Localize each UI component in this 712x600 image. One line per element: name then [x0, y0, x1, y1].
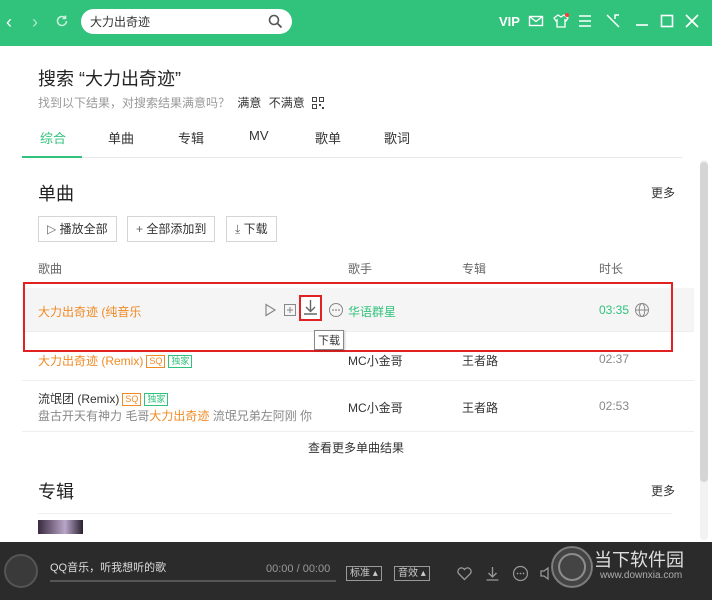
albums-section-title: 专辑	[38, 482, 74, 502]
mini-mode-icon[interactable]	[605, 13, 621, 29]
column-album: 专辑	[462, 262, 487, 276]
songs-more-link[interactable]: 更多	[651, 184, 675, 201]
qrcode-icon[interactable]	[312, 97, 325, 109]
singer-link[interactable]: MC小金哥	[348, 399, 403, 416]
add-all-button[interactable]: + 全部添加到	[127, 216, 216, 242]
watermark-url: www.downxia.com	[600, 570, 683, 581]
tab-playlists[interactable]: 歌单	[315, 128, 341, 147]
unsatisfied-link[interactable]: 不满意	[269, 96, 305, 110]
download-all-button[interactable]: ⤓ 下载	[226, 216, 277, 242]
feedback-prompt: 找到以下结果，对搜索结果满意吗？	[38, 96, 231, 110]
close-icon[interactable]	[684, 13, 700, 29]
menu-icon[interactable]	[577, 13, 593, 29]
sq-badge: SQ	[146, 355, 166, 368]
tab-albums[interactable]: 专辑	[178, 128, 204, 147]
progress-bar[interactable]	[50, 580, 336, 582]
column-song: 歌曲	[38, 262, 63, 276]
play-icon: ▷	[47, 222, 57, 236]
sq-badge: SQ	[122, 393, 142, 406]
song-row[interactable]: 流氓团 (Remix) SQ 独家 盘古开天有神力 毛哥大力出奇迹 流氓兄弟左阿刚 …	[22, 382, 694, 432]
player-time: 00:00 / 00:00	[266, 563, 331, 575]
heart-icon[interactable]	[456, 565, 473, 582]
divider	[38, 513, 672, 514]
title-bar: ‹ › VIP	[0, 0, 712, 46]
forward-icon[interactable]: ›	[32, 12, 38, 32]
tab-mv[interactable]: MV	[249, 128, 269, 143]
song-duration: 02:53	[599, 399, 630, 413]
minimize-icon[interactable]	[634, 13, 650, 29]
back-icon[interactable]: ‹	[6, 12, 12, 32]
plus-icon: +	[136, 222, 144, 236]
more-icon[interactable]	[512, 565, 529, 582]
sound-effect-button[interactable]: 音效 ▴	[394, 566, 430, 581]
albums-more-link[interactable]: 更多	[651, 482, 675, 499]
tab-lyrics[interactable]: 歌词	[384, 128, 410, 147]
refresh-icon[interactable]	[54, 13, 70, 29]
song-title-cell: 大力出奇迹 (Remix) SQ 独家	[38, 352, 193, 369]
vip-link[interactable]: VIP	[499, 14, 520, 29]
download-icon	[304, 300, 317, 315]
songs-section-title: 单曲	[38, 184, 74, 204]
download-icon: ⤓	[235, 222, 241, 236]
player-title: QQ音乐，听我想听的歌	[50, 562, 167, 574]
album-cover[interactable]	[38, 520, 83, 534]
annotation-box	[23, 282, 673, 352]
song-title[interactable]: 大力出奇迹 (Remix)	[38, 354, 143, 368]
exclusive-badge: 独家	[144, 393, 169, 406]
result-tabs: 综合 单曲 专辑 MV 歌单 歌词	[22, 122, 682, 158]
search-input[interactable]	[90, 13, 260, 30]
singer-link[interactable]: MC小金哥	[348, 352, 403, 369]
tooltip: 下载	[314, 330, 344, 350]
song-title-cell: 流氓团 (Remix) SQ 独家	[38, 390, 169, 407]
lyric-snippet: 盘古开天有神力 毛哥大力出奇迹 流氓兄弟左阿刚 你	[38, 409, 313, 423]
see-more-songs-link[interactable]: 查看更多单曲结果	[0, 439, 712, 456]
tab-all[interactable]: 综合	[40, 128, 66, 147]
feedback-bar: 找到以下结果，对搜索结果满意吗？ 满意 不满意	[38, 94, 325, 111]
song-title[interactable]: 流氓团 (Remix)	[38, 392, 119, 406]
exclusive-badge: 独家	[168, 355, 193, 368]
scrollbar-thumb[interactable]	[700, 162, 708, 482]
search-icon[interactable]	[268, 14, 283, 29]
quality-button[interactable]: 标准 ▴	[346, 566, 382, 581]
song-duration: 02:37	[599, 352, 630, 366]
download-icon[interactable]	[484, 565, 501, 582]
mail-icon[interactable]	[528, 13, 544, 29]
page-title: 搜索 “大力出奇迹”	[38, 69, 181, 89]
tab-songs[interactable]: 单曲	[108, 128, 134, 147]
skin-icon[interactable]	[553, 13, 569, 29]
column-singer: 歌手	[348, 262, 373, 276]
play-all-button[interactable]: ▷ 播放全部	[38, 216, 117, 242]
download-button[interactable]	[299, 295, 322, 321]
active-tab-indicator	[22, 156, 82, 158]
watermark-name: 当下软件园	[594, 550, 684, 570]
maximize-icon[interactable]	[659, 13, 675, 29]
album-link[interactable]: 王者路	[462, 352, 498, 369]
album-link[interactable]: 王者路	[462, 399, 498, 416]
satisfied-link[interactable]: 满意	[237, 96, 261, 110]
search-box	[81, 9, 292, 34]
player-cover[interactable]	[4, 554, 38, 588]
column-duration: 时长	[599, 262, 624, 276]
